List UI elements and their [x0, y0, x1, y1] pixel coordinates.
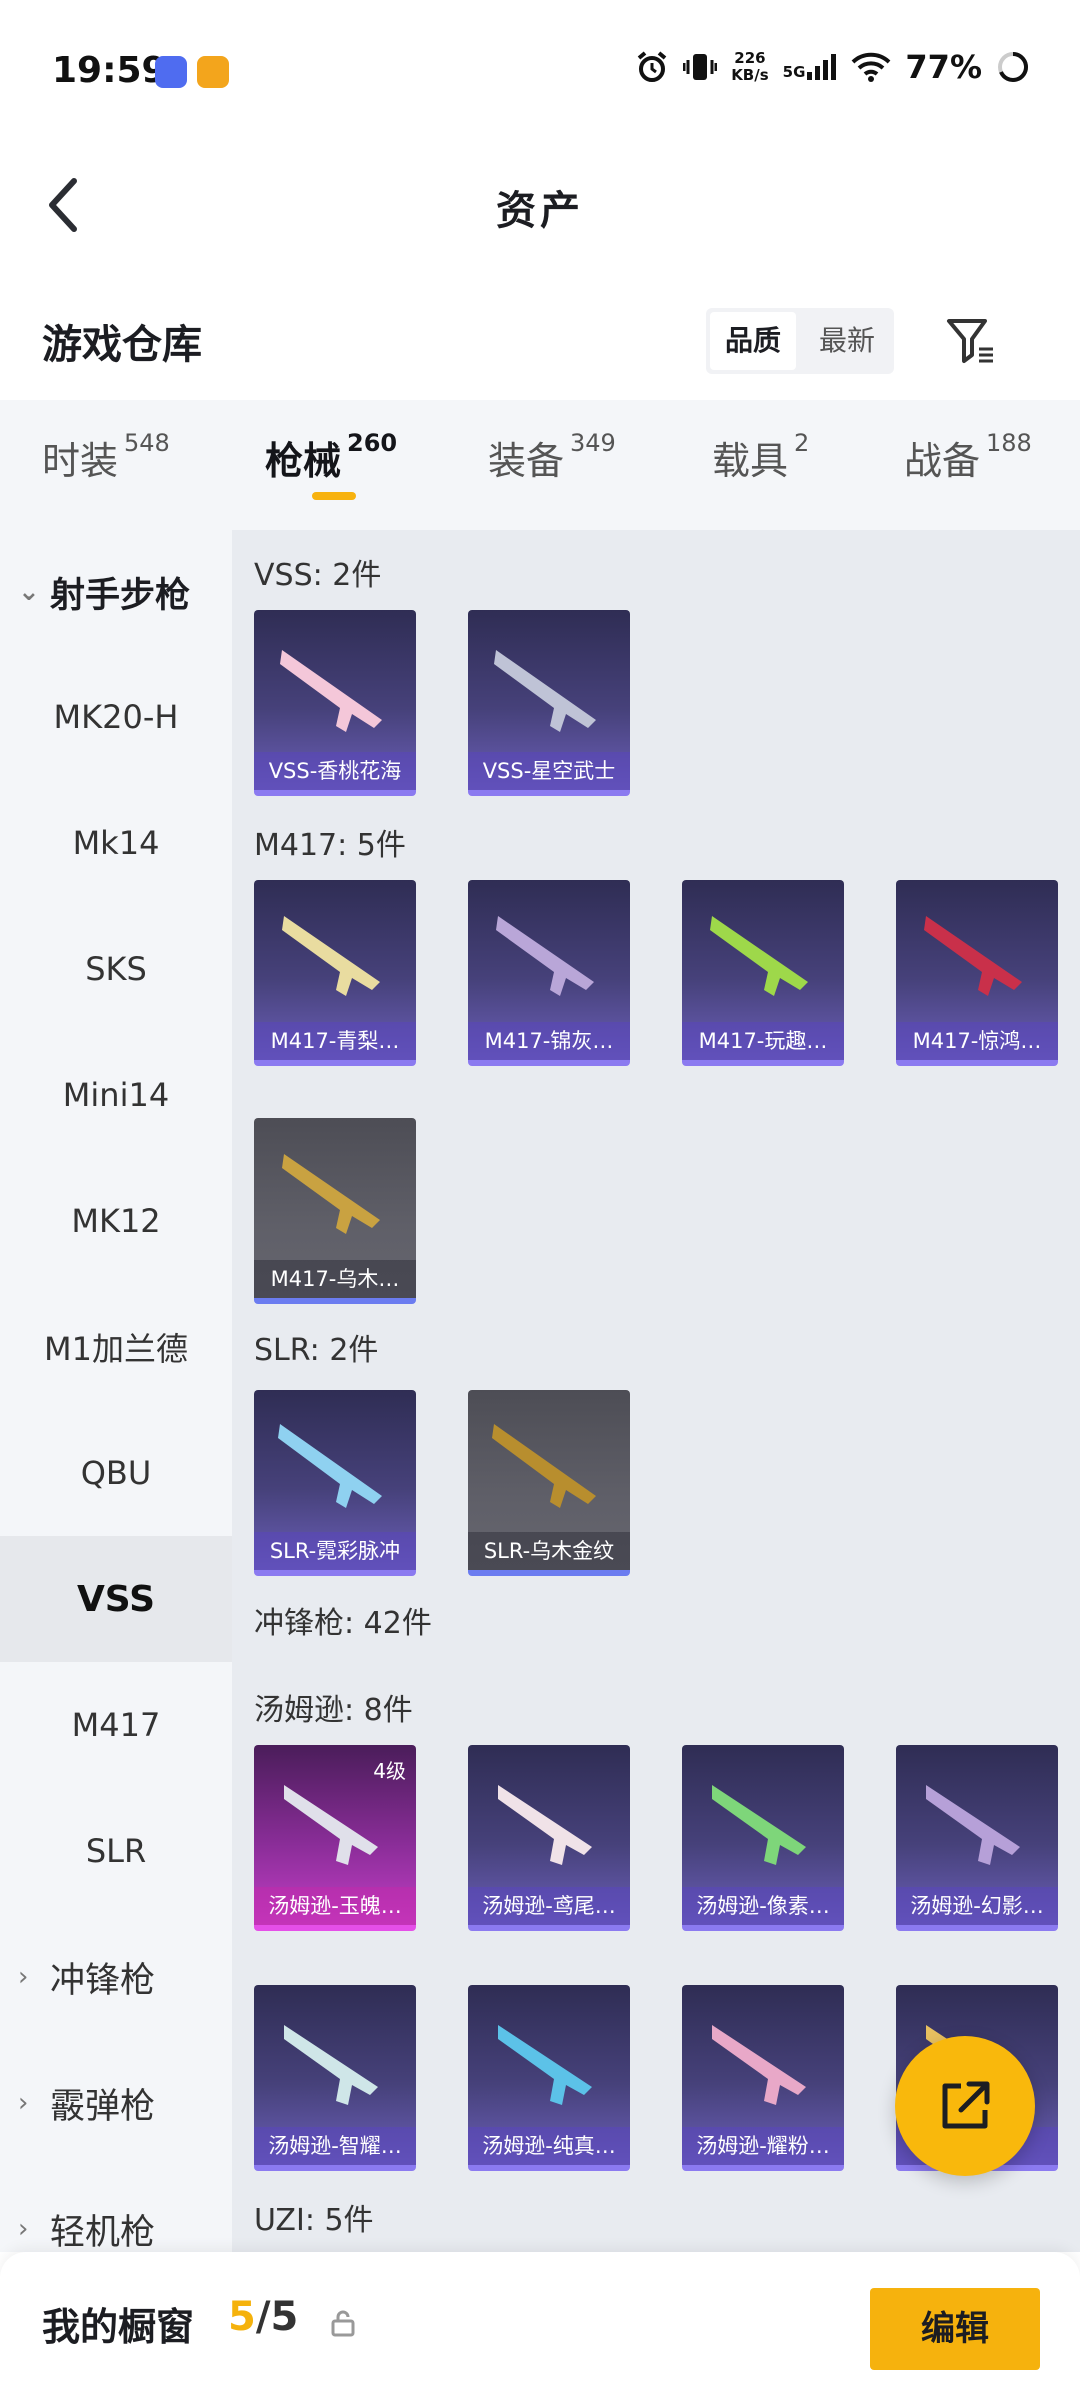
- tab-combat-gear[interactable]: 战备 188: [904, 430, 1032, 485]
- sort-newest-button[interactable]: 最新: [804, 312, 890, 370]
- sidebar-item-mk20h[interactable]: MK20-H: [0, 654, 232, 780]
- smg-icon: [712, 1785, 806, 1865]
- sort-quality-button[interactable]: 品质: [710, 312, 796, 370]
- weapon-card[interactable]: SLR-乌木金纹: [468, 1390, 630, 1576]
- category-tabs: 时装 548 枪械 260 装备 349 载具 2 战备 188: [0, 400, 1080, 530]
- vivo-app-icon: [155, 56, 187, 88]
- filter-button[interactable]: [938, 308, 1004, 374]
- weapon-card[interactable]: M417-青梨…: [254, 880, 416, 1066]
- status-indicators: 226 KB/s 5G 77%: [635, 48, 1030, 86]
- share-fab[interactable]: [895, 2036, 1035, 2176]
- section-header: 游戏仓库 品质 最新: [0, 290, 1080, 400]
- status-time: 19:59: [52, 50, 167, 91]
- rifle-icon: [282, 1154, 380, 1234]
- weapon-card[interactable]: M417-惊鸿…: [896, 880, 1058, 1066]
- showcase-count: 5/5: [228, 2294, 299, 2340]
- sidebar-item-slr[interactable]: SLR: [0, 1788, 232, 1914]
- group-title-slr: SLR: 2件: [254, 1333, 379, 1368]
- sidebar-group-shotgun[interactable]: › 霰弹枪: [0, 2040, 232, 2166]
- group-title-smg: 冲锋枪: 42件: [254, 1606, 432, 1641]
- group-title-m417: M417: 5件: [254, 828, 406, 863]
- battery-icon: [998, 52, 1028, 82]
- smg-icon: [712, 2025, 806, 2105]
- sort-toggle: 品质 最新: [706, 308, 894, 374]
- weapon-card[interactable]: 汤姆逊-耀粉…: [682, 1985, 844, 2171]
- page-title: 资产: [496, 188, 584, 234]
- rifle-icon: [494, 650, 596, 732]
- chevron-right-icon: ›: [18, 2088, 29, 2118]
- active-tab-indicator: [312, 492, 356, 500]
- showcase-bar: 我的橱窗 5/5 编辑: [0, 2252, 1080, 2400]
- filter-icon: [947, 319, 993, 363]
- weapon-card[interactable]: VSS-香桃花海: [254, 610, 416, 796]
- level-badge: 4级: [373, 1759, 406, 1783]
- weapon-card[interactable]: 汤姆逊-纯真…: [468, 1985, 630, 2171]
- rifle-icon: [710, 916, 808, 996]
- net-speed: 226 KB/s: [731, 49, 769, 84]
- weapon-card[interactable]: M417-锦灰…: [468, 880, 630, 1066]
- smg-icon: [926, 1785, 1020, 1865]
- smg-icon: [284, 2025, 378, 2105]
- rifle-icon: [280, 650, 382, 732]
- weapon-card[interactable]: M417-乌木…: [254, 1118, 416, 1304]
- rifle-icon: [282, 916, 380, 996]
- battery-percent: 77%: [905, 48, 982, 86]
- external-link-icon: [942, 2081, 990, 2129]
- sidebar-item-mk12[interactable]: MK12: [0, 1158, 232, 1284]
- rifle-icon: [278, 1424, 382, 1508]
- rifle-icon: [924, 916, 1022, 996]
- group-title-vss: VSS: 2件: [254, 558, 382, 593]
- chevron-right-icon: ›: [18, 1962, 29, 1992]
- vibrate-icon: [683, 54, 718, 80]
- sidebar-item-mini14[interactable]: Mini14: [0, 1032, 232, 1158]
- weapon-card[interactable]: M417-玩趣…: [682, 880, 844, 1066]
- sidebar-group-dmr[interactable]: ⌄ 射手步枪: [0, 530, 232, 654]
- group-title-uzi: UZI: 5件: [254, 2203, 374, 2238]
- alarm-icon: [637, 51, 667, 82]
- smg-icon: [498, 1785, 592, 1865]
- showcase-title: 我的橱窗: [42, 2305, 195, 2349]
- weapon-card[interactable]: 汤姆逊-像素…: [682, 1745, 844, 1931]
- weapon-card[interactable]: 4级 汤姆逊-玉魄…: [254, 1745, 416, 1931]
- notification-app-icon: [197, 56, 229, 88]
- chevron-right-icon: ›: [18, 2214, 29, 2244]
- chevron-down-icon: ⌄: [18, 577, 40, 607]
- sidebar-group-smg[interactable]: › 冲锋枪: [0, 1914, 232, 2040]
- weapon-card[interactable]: 汤姆逊-鸢尾…: [468, 1745, 630, 1931]
- sidebar-item-vss[interactable]: VSS: [0, 1536, 232, 1662]
- rifle-icon: [496, 916, 594, 996]
- weapon-card[interactable]: VSS-星空武士: [468, 610, 630, 796]
- section-title: 游戏仓库: [42, 322, 202, 368]
- weapon-card[interactable]: 汤姆逊-智耀…: [254, 1985, 416, 2171]
- rifle-icon: [492, 1424, 596, 1508]
- tab-guns[interactable]: 枪械 260: [265, 430, 397, 485]
- smg-icon: [498, 2025, 592, 2105]
- group-title-tommy: 汤姆逊: 8件: [254, 1693, 413, 1728]
- cell-signal-icon: 5G: [783, 54, 838, 80]
- status-bar: 19:59 226 KB/s 5G 77%: [0, 0, 1080, 140]
- tab-vehicles[interactable]: 载具 2: [712, 430, 809, 485]
- weapon-card[interactable]: SLR-霓彩脉冲: [254, 1390, 416, 1576]
- tab-equipment[interactable]: 装备 349: [488, 430, 616, 485]
- weapon-grid: VSS: 2件 VSS-香桃花海 VSS-星空武士 M417: 5件 M417-…: [232, 530, 1080, 2252]
- sidebar-group-lmg[interactable]: › 轻机枪: [0, 2166, 232, 2253]
- sidebar-item-mk14[interactable]: Mk14: [0, 780, 232, 906]
- edit-button[interactable]: 编辑: [870, 2288, 1040, 2370]
- top-nav: 资产: [0, 140, 1080, 270]
- sidebar-item-m417[interactable]: M417: [0, 1662, 232, 1788]
- sidebar-item-qbu[interactable]: QBU: [0, 1410, 232, 1536]
- sidebar-item-m1-garand[interactable]: M1加兰德: [0, 1284, 232, 1410]
- sidebar-item-sks[interactable]: SKS: [0, 906, 232, 1032]
- weapon-card[interactable]: 汤姆逊-幻影…: [896, 1745, 1058, 1931]
- weapon-type-sidebar: ⌄ 射手步枪 MK20-H Mk14 SKS Mini14 MK12 M1加兰德 …: [0, 530, 232, 2252]
- lock-icon: [331, 2310, 355, 2337]
- tab-fashion[interactable]: 时装 548: [42, 430, 170, 485]
- wifi-icon: [852, 52, 891, 82]
